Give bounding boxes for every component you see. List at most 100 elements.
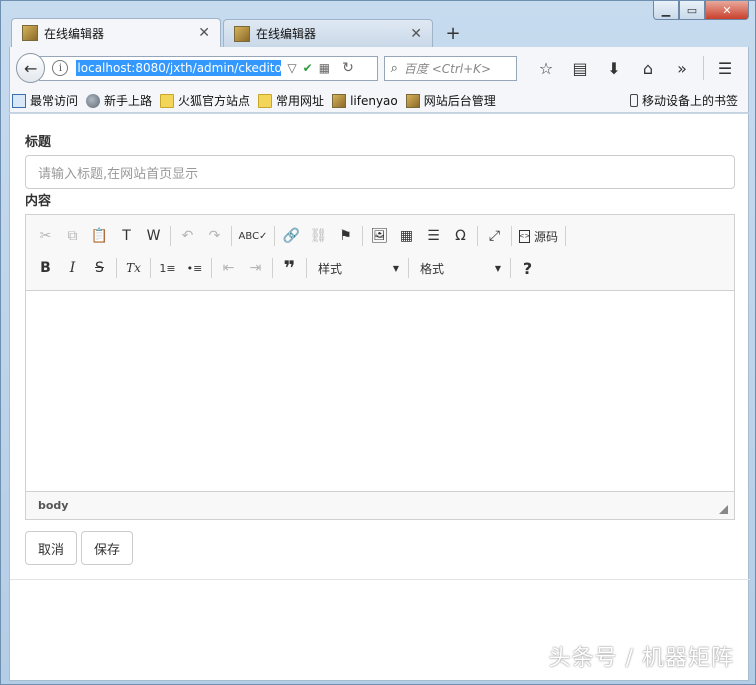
qr-code-icon[interactable]: ▦ bbox=[319, 61, 330, 75]
bookmarks-bar: 最常访问 新手上路 火狐官方站点 常用网址 lifenyao 网站后台管理 移动… bbox=[9, 89, 749, 113]
tab-title: 在线编辑器 bbox=[44, 26, 105, 41]
search-bookmark-icon bbox=[12, 93, 26, 108]
toolbar-separator bbox=[703, 56, 704, 80]
home-icon[interactable]: ⌂ bbox=[631, 54, 665, 82]
bookmark-mobile[interactable]: 移动设备上的书签 bbox=[629, 92, 738, 109]
tab-title: 在线编辑器 bbox=[256, 27, 317, 41]
editor-content-area[interactable] bbox=[26, 291, 734, 491]
table-icon[interactable]: ▦ bbox=[393, 223, 420, 249]
help-icon[interactable]: ? bbox=[514, 255, 541, 281]
source-button[interactable]: <> 源码 bbox=[515, 223, 562, 249]
maximize-button[interactable]: ▭ bbox=[679, 1, 705, 20]
image-icon[interactable]: 🖼 bbox=[366, 223, 393, 249]
outdent-icon[interactable]: ⇤ bbox=[215, 255, 242, 281]
url-bar[interactable]: i localhost:8080/jxth/admin/ckeditor/ ▽ … bbox=[39, 55, 378, 81]
undo-icon[interactable]: ↶ bbox=[174, 223, 201, 249]
tab-editor-2[interactable]: 在线编辑器 ✕ bbox=[223, 19, 433, 47]
search-bar[interactable]: ⌕ 百度 <Ctrl+K> bbox=[383, 55, 517, 81]
reader-list-icon[interactable]: ▤ bbox=[563, 54, 597, 82]
bookmark-lifenyao[interactable]: lifenyao bbox=[332, 93, 398, 108]
bulleted-list-icon[interactable]: •≡ bbox=[181, 255, 208, 281]
blockquote-icon[interactable]: ❞ bbox=[276, 255, 303, 281]
toolbar-separator bbox=[565, 226, 567, 246]
minimize-button[interactable]: ▁ bbox=[653, 1, 679, 20]
toolbar-separator bbox=[477, 226, 478, 246]
bookmark-most-visited[interactable]: 最常访问 bbox=[12, 92, 78, 109]
bookmark-firefox-sites[interactable]: 火狐官方站点 bbox=[160, 92, 250, 109]
format-label: 格式 bbox=[420, 261, 445, 276]
reload-icon[interactable]: ↻ bbox=[342, 60, 354, 76]
bookmark-getting-started[interactable]: 新手上路 bbox=[86, 92, 152, 109]
tab-close-icon[interactable]: ✕ bbox=[198, 25, 210, 41]
paste-word-icon[interactable]: W bbox=[140, 223, 167, 249]
anchor-flag-icon[interactable]: ⚑ bbox=[332, 223, 359, 249]
bookmark-common-urls[interactable]: 常用网址 bbox=[258, 92, 324, 109]
source-label: 源码 bbox=[534, 229, 559, 244]
article-form: 标题 请输入标题,在网站首页显示 内容 ✂ ⧉ 📋 T W ↶ ↷ ABC✓ 🔗… bbox=[10, 114, 750, 580]
content-label: 内容 bbox=[25, 194, 52, 209]
url-text[interactable]: localhost:8080/jxth/admin/ckeditor/ bbox=[76, 60, 282, 76]
strikethrough-button[interactable]: S bbox=[86, 255, 113, 281]
spellcheck-icon[interactable]: ABC✓ bbox=[235, 223, 271, 249]
overflow-icon[interactable]: » bbox=[665, 54, 699, 82]
save-button[interactable]: 保存 bbox=[81, 531, 134, 565]
toolbar-separator bbox=[510, 258, 511, 278]
toolbar-separator bbox=[170, 226, 171, 246]
form-actions: 取消 保存 bbox=[25, 531, 137, 565]
maximize-icon[interactable]: ⤢ bbox=[481, 223, 508, 249]
info-icon[interactable]: i bbox=[52, 60, 69, 76]
paste-icon[interactable]: 📋 bbox=[86, 223, 113, 249]
editor-toolbar: ✂ ⧉ 📋 T W ↶ ↷ ABC✓ 🔗 ⛓ ⚑ 🖼 ▦ ☰ Ω ⤢ <> 源码… bbox=[26, 215, 734, 291]
paste-text-icon[interactable]: T bbox=[113, 223, 140, 249]
resize-handle-icon[interactable] bbox=[719, 505, 728, 514]
toolbar-separator bbox=[362, 226, 363, 246]
redo-icon[interactable]: ↷ bbox=[201, 223, 228, 249]
element-path[interactable]: body bbox=[38, 499, 68, 512]
site-favicon-icon bbox=[332, 93, 347, 108]
styles-dropdown[interactable]: 样式 ▼ bbox=[310, 256, 405, 280]
navigation-bar: ← i localhost:8080/jxth/admin/ckeditor/ … bbox=[9, 47, 749, 89]
bold-button[interactable]: B bbox=[32, 255, 59, 281]
bookmark-admin[interactable]: 网站后台管理 bbox=[405, 92, 496, 109]
indent-icon[interactable]: ⇥ bbox=[242, 255, 269, 281]
horizontal-line-icon[interactable]: ☰ bbox=[420, 223, 447, 249]
browser-window: ▁ ▭ ✕ 在线编辑器 ✕ 在线编辑器 ✕ + ← i localhost:80… bbox=[0, 0, 756, 685]
source-page-icon: <> bbox=[519, 229, 530, 243]
new-tab-button[interactable]: + bbox=[439, 21, 467, 45]
italic-button[interactable]: I bbox=[59, 255, 86, 281]
bookmark-star-icon[interactable]: ☆ bbox=[529, 54, 563, 82]
toolbar-separator bbox=[211, 258, 212, 278]
folder-icon bbox=[160, 93, 175, 108]
rich-text-editor: ✂ ⧉ 📋 T W ↶ ↷ ABC✓ 🔗 ⛓ ⚑ 🖼 ▦ ☰ Ω ⤢ <> 源码… bbox=[25, 214, 735, 520]
format-dropdown[interactable]: 格式 ▼ bbox=[412, 256, 507, 280]
toolbar-separator bbox=[231, 226, 232, 246]
globe-icon bbox=[86, 93, 101, 108]
tab-close-icon[interactable]: ✕ bbox=[410, 26, 422, 42]
bookmark-label: 火狐官方站点 bbox=[178, 94, 251, 108]
shield-icon[interactable]: ✔ bbox=[303, 61, 313, 75]
copy-icon[interactable]: ⧉ bbox=[59, 223, 86, 249]
title-input[interactable]: 请输入标题,在网站首页显示 bbox=[25, 155, 735, 189]
menu-icon[interactable]: ☰ bbox=[708, 54, 742, 82]
site-favicon-icon bbox=[22, 25, 38, 41]
close-window-button[interactable]: ✕ bbox=[705, 1, 749, 20]
download-icon[interactable]: ⬇ bbox=[597, 54, 631, 82]
special-char-omega-icon[interactable]: Ω bbox=[447, 223, 474, 249]
phone-icon bbox=[629, 94, 638, 107]
bookmark-label: 最常访问 bbox=[30, 94, 79, 108]
cancel-button[interactable]: 取消 bbox=[25, 531, 78, 565]
numbered-list-icon[interactable]: 1≡ bbox=[154, 255, 181, 281]
url-dropdown-icon[interactable]: ▽ bbox=[287, 61, 296, 75]
toolbar-icons: ☆ ▤ ⬇ ⌂ » ☰ bbox=[529, 54, 742, 82]
page-content: 标题 请输入标题,在网站首页显示 内容 ✂ ⧉ 📋 T W ↶ ↷ ABC✓ 🔗… bbox=[9, 114, 750, 681]
toolbar-separator bbox=[408, 258, 409, 278]
bookmark-label: lifenyao bbox=[350, 93, 398, 108]
remove-format-icon[interactable]: Tx bbox=[120, 255, 147, 281]
link-icon[interactable]: 🔗 bbox=[278, 223, 305, 249]
unlink-icon[interactable]: ⛓ bbox=[305, 223, 332, 249]
window-controls: ▁ ▭ ✕ bbox=[653, 1, 749, 21]
tab-editor-1[interactable]: 在线编辑器 ✕ bbox=[11, 18, 221, 47]
bookmark-label: 常用网址 bbox=[276, 94, 325, 108]
title-label: 标题 bbox=[25, 135, 52, 150]
cut-icon[interactable]: ✂ bbox=[32, 223, 59, 249]
